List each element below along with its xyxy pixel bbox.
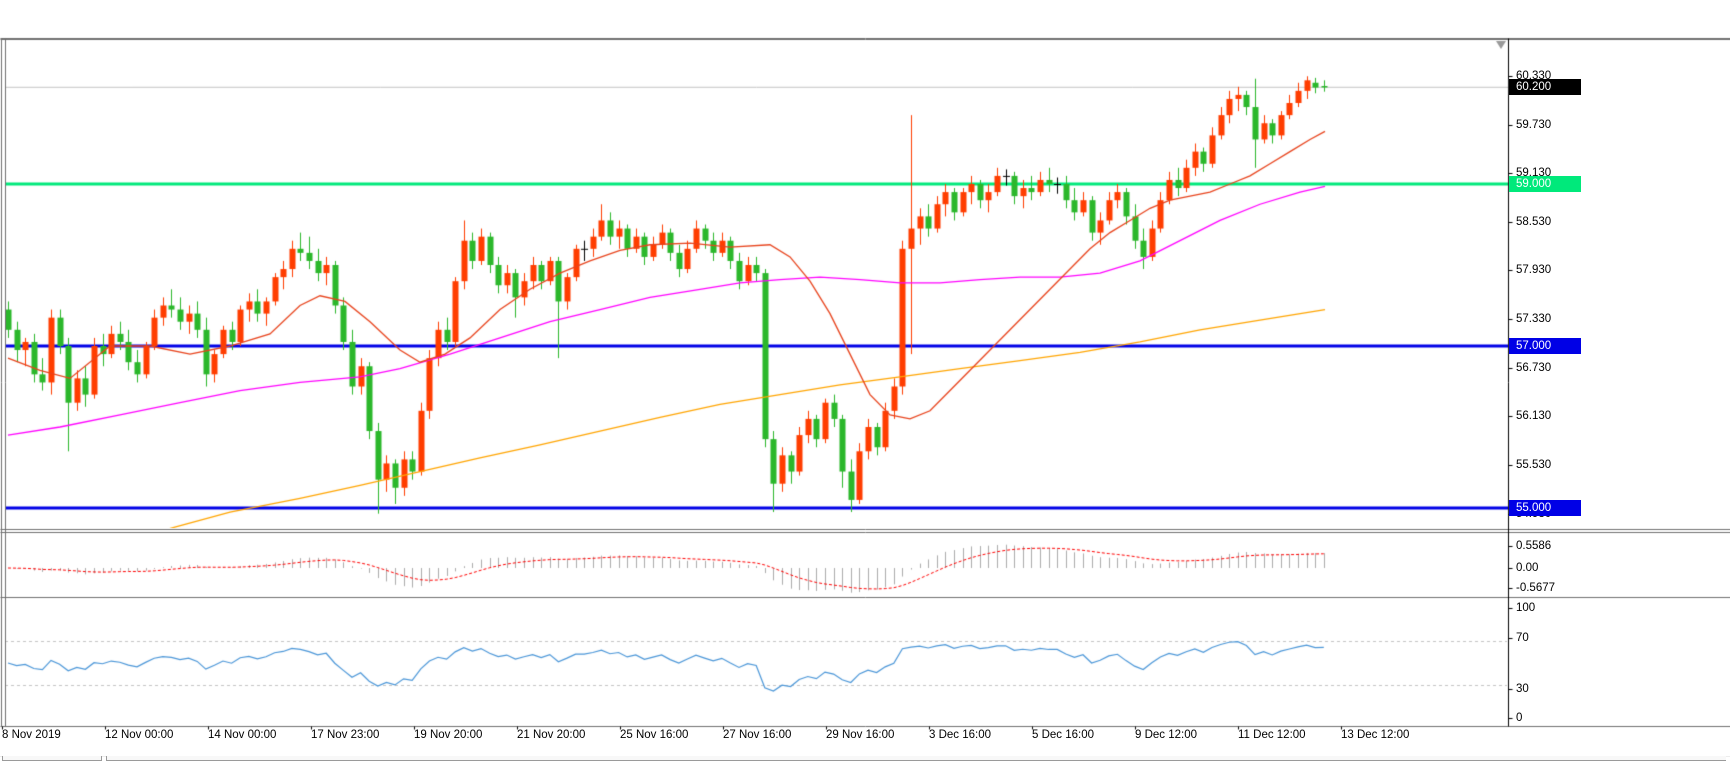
time-axis-label: 8 Nov 2019 xyxy=(2,729,61,741)
price-badge: 55.000 xyxy=(1509,500,1581,516)
time-axis-label: 27 Nov 16:00 xyxy=(723,729,791,741)
price-axis-label: 56.130 xyxy=(1516,410,1551,422)
price-axis-label: 57.330 xyxy=(1516,313,1551,325)
time-axis-label: 12 Nov 00:00 xyxy=(105,729,173,741)
price-axis-label: 55.530 xyxy=(1516,459,1551,471)
price-axis-label: 59.730 xyxy=(1516,119,1551,131)
rsi-axis-label: 70 xyxy=(1516,632,1529,644)
time-axis-label: 14 Nov 00:00 xyxy=(208,729,276,741)
time-axis-label: 29 Nov 16:00 xyxy=(826,729,894,741)
time-axis-label: 5 Dec 16:00 xyxy=(1032,729,1094,741)
rsi-axis-label: 30 xyxy=(1516,683,1529,695)
price-axis-label: 58.530 xyxy=(1516,216,1551,228)
macd-axis-label: 0.00 xyxy=(1516,562,1538,574)
price-badge: 60.200 xyxy=(1509,79,1581,95)
time-axis-label: 25 Nov 16:00 xyxy=(620,729,688,741)
rsi-axis-label: 100 xyxy=(1516,602,1535,614)
time-axis-label: 9 Dec 12:00 xyxy=(1135,729,1197,741)
price-badge: 59.000 xyxy=(1509,176,1581,192)
price-axis-label: 56.730 xyxy=(1516,362,1551,374)
time-axis-label: 3 Dec 16:00 xyxy=(929,729,991,741)
time-axis-label: 17 Nov 23:00 xyxy=(311,729,379,741)
time-axis-label: 21 Nov 20:00 xyxy=(517,729,585,741)
chart-canvas[interactable] xyxy=(0,0,1730,756)
macd-axis-label: 0.5586 xyxy=(1516,540,1551,552)
time-axis-label: 11 Dec 12:00 xyxy=(1238,729,1306,741)
price-axis-label: 57.930 xyxy=(1516,264,1551,276)
macd-axis-label: -0.5677 xyxy=(1516,582,1555,594)
price-badge: 57.000 xyxy=(1509,338,1581,354)
time-axis-label: 13 Dec 12:00 xyxy=(1341,729,1409,741)
time-axis-label: 19 Nov 20:00 xyxy=(414,729,482,741)
rsi-axis-label: 0 xyxy=(1516,712,1522,724)
